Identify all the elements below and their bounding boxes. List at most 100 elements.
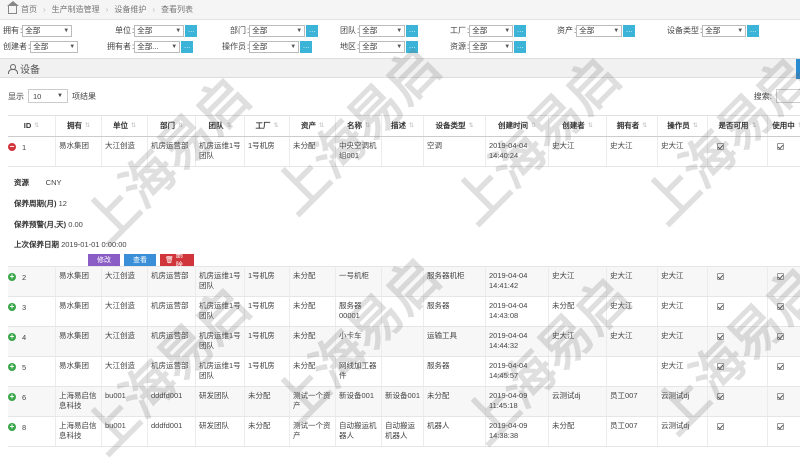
filter-select[interactable]: 全部 ▼ xyxy=(30,40,79,53)
checkbox[interactable] xyxy=(777,143,784,150)
view-button[interactable]: 查看 xyxy=(124,254,156,266)
row-id: 5 xyxy=(22,363,27,372)
user-icon xyxy=(8,63,18,74)
cell-team: 机房运维1号团队 xyxy=(196,327,245,356)
collapse-row-icon[interactable]: − xyxy=(8,143,16,151)
column-header-creator[interactable]: 创建者 ⇅ xyxy=(549,116,607,136)
edit-button[interactable]: 修改 xyxy=(88,254,120,266)
column-header-in-use[interactable]: 使用中⇅ xyxy=(768,116,800,136)
panel-edge-button[interactable] xyxy=(796,59,800,79)
checkbox[interactable] xyxy=(777,423,784,430)
expand-row-icon[interactable]: + xyxy=(8,333,16,341)
more-button[interactable]: … xyxy=(185,24,198,37)
checkbox[interactable] xyxy=(717,143,724,150)
expand-row-icon[interactable]: + xyxy=(8,273,16,281)
cell-operator: 史大江 xyxy=(658,267,708,296)
filter-select[interactable]: 全部 ▼ xyxy=(134,24,185,37)
filter-select[interactable]: 全部 ▼ xyxy=(359,40,406,53)
expand-row-icon[interactable]: + xyxy=(8,303,16,311)
cell-in-use xyxy=(768,417,800,446)
breadcrumb-item[interactable]: 设备维护 xyxy=(114,4,146,15)
column-header-id[interactable]: ID ⇅ xyxy=(8,116,56,136)
checkbox[interactable] xyxy=(717,393,724,400)
column-header-operator[interactable]: 操作员 ⇅ xyxy=(658,116,708,136)
breadcrumb-home[interactable]: 首页 xyxy=(21,4,37,15)
column-header-team[interactable]: 团队 ⇅ xyxy=(196,116,245,136)
column-header-unit[interactable]: 单位 ⇅ xyxy=(102,116,148,136)
column-header-dept[interactable]: 部门 ⇅ xyxy=(148,116,196,136)
column-header-type[interactable]: 设备类型 ⇅ xyxy=(424,116,486,136)
cell-available xyxy=(708,387,768,416)
checkbox[interactable] xyxy=(777,273,784,280)
table-row[interactable]: +8 上海易启信息科技 bu001 dddfd001 研发团队 未分配 测试一个资产 自动搬运… xyxy=(8,417,800,447)
cell-type: 未分配 xyxy=(424,387,486,416)
filter-select[interactable]: 全部... ▼ xyxy=(134,40,181,53)
checkbox[interactable] xyxy=(717,273,724,280)
length-suffix: 项结果 xyxy=(72,91,96,101)
cell-factory: 1号机房 xyxy=(245,297,290,326)
more-button[interactable]: … xyxy=(623,24,636,37)
filter-select[interactable]: 全部 ▼ xyxy=(469,40,514,53)
search-input[interactable] xyxy=(776,89,800,103)
more-button[interactable]: … xyxy=(181,40,194,53)
filter-select[interactable]: 全部 ▼ xyxy=(469,24,514,37)
cell-creator: 未分配 xyxy=(549,297,607,326)
delete-button[interactable]: 🗑 删除 xyxy=(160,252,194,269)
more-button[interactable]: … xyxy=(514,24,527,37)
home-icon[interactable] xyxy=(7,0,19,14)
expand-row-icon[interactable]: + xyxy=(8,423,16,431)
table-row[interactable]: +5 易水集团 大江创造 机房运营部 机房运维1号团队 1号机房 未分配 网线加工器件 服务器 2… xyxy=(8,357,800,387)
length-prefix: 显示 xyxy=(8,91,24,101)
column-header-name[interactable]: 名称 ⇅ xyxy=(336,116,382,136)
cell-asset: 未分配 xyxy=(290,267,336,296)
column-header-desc[interactable]: 描述 ⇅ xyxy=(382,116,424,136)
page-length-control: 显示 10 ▼ 项结果 xyxy=(8,89,96,103)
filter-select[interactable]: 全部 ▼ xyxy=(249,40,300,53)
column-header-created[interactable]: 创建时间 ⇅ xyxy=(486,116,549,136)
column-header-owner[interactable]: 拥有 ⇅ xyxy=(56,116,102,136)
filter-holder: 拥有者: 全部... ▼ … xyxy=(107,40,194,53)
cell-team: 研发团队 xyxy=(196,387,245,416)
more-button[interactable]: … xyxy=(300,40,313,53)
table-row[interactable]: +2 易水集团 大江创造 机房运营部 机房运维1号团队 1号机房 未分配 一号机柜 服务器机柜 2… xyxy=(8,267,800,297)
table-row[interactable]: +6 上海易启信息科技 bu001 dddfd001 研发团队 未分配 测试一个资产 新设备0… xyxy=(8,387,800,417)
more-button[interactable]: … xyxy=(514,40,527,53)
more-button[interactable]: … xyxy=(306,24,319,37)
detail-last: 上次保养日期 2019-01-01 0:00:00 xyxy=(14,240,127,249)
cell-in-use xyxy=(768,387,800,416)
more-button[interactable]: … xyxy=(747,24,760,37)
checkbox[interactable] xyxy=(777,393,784,400)
table-row[interactable]: −1 易水集团 大江创造 机房运营部 机房运维1号团队 1号机房 未分配 中央空调机组001 空… xyxy=(8,137,800,167)
filter-select[interactable]: 全部 ▼ xyxy=(249,24,306,37)
checkbox[interactable] xyxy=(717,303,724,310)
cell-creator: 云测试dj xyxy=(549,387,607,416)
filter-asset: 资产: 全部 ▼ … xyxy=(557,24,636,37)
filter-select[interactable]: 全部 ▼ xyxy=(359,24,406,37)
more-button[interactable]: … xyxy=(406,24,419,37)
column-header-asset[interactable]: 资产 ⇅ xyxy=(290,116,336,136)
checkbox[interactable] xyxy=(717,423,724,430)
cell-owner: 易水集团 xyxy=(56,357,102,386)
more-button[interactable]: … xyxy=(406,40,419,53)
table-row[interactable]: +4 易水集团 大江创造 机房运营部 机房运维1号团队 1号机房 未分配 小卡车 运输工具 201… xyxy=(8,327,800,357)
device-table: ID ⇅ 拥有 ⇅ 单位 ⇅ 部门 ⇅ 团队 ⇅ 工厂 ⇅ 资产 ⇅ 名称 ⇅ 描述 ⇅ 设备类型 ⇅ 创建时间 ⇅ 创建者… xyxy=(8,115,800,447)
row-id: 3 xyxy=(22,303,27,312)
cell-holder xyxy=(607,357,658,386)
checkbox[interactable] xyxy=(777,363,784,370)
breadcrumb-item[interactable]: 生产制造管理 xyxy=(52,4,100,15)
expand-row-icon[interactable]: + xyxy=(8,393,16,401)
checkbox[interactable] xyxy=(717,333,724,340)
cell-dept: 机房运营部 xyxy=(148,357,196,386)
filter-select[interactable]: 全部 ▼ xyxy=(22,24,73,37)
checkbox[interactable] xyxy=(717,363,724,370)
column-header-holder[interactable]: 拥有者 ⇅ xyxy=(607,116,658,136)
column-header-available[interactable]: 是否可用 ⇅ xyxy=(708,116,768,136)
page-length-select[interactable]: 10 ▼ xyxy=(28,89,68,103)
column-header-factory[interactable]: 工厂 ⇅ xyxy=(245,116,290,136)
checkbox[interactable] xyxy=(777,303,784,310)
table-row[interactable]: +3 易水集团 大江创造 机房运营部 机房运维1号团队 1号机房 未分配 服务器00001 服务… xyxy=(8,297,800,327)
filter-select[interactable]: 全部 ▼ xyxy=(576,24,623,37)
filter-select[interactable]: 全部 ▼ xyxy=(702,24,747,37)
checkbox[interactable] xyxy=(777,333,784,340)
expand-row-icon[interactable]: + xyxy=(8,363,16,371)
